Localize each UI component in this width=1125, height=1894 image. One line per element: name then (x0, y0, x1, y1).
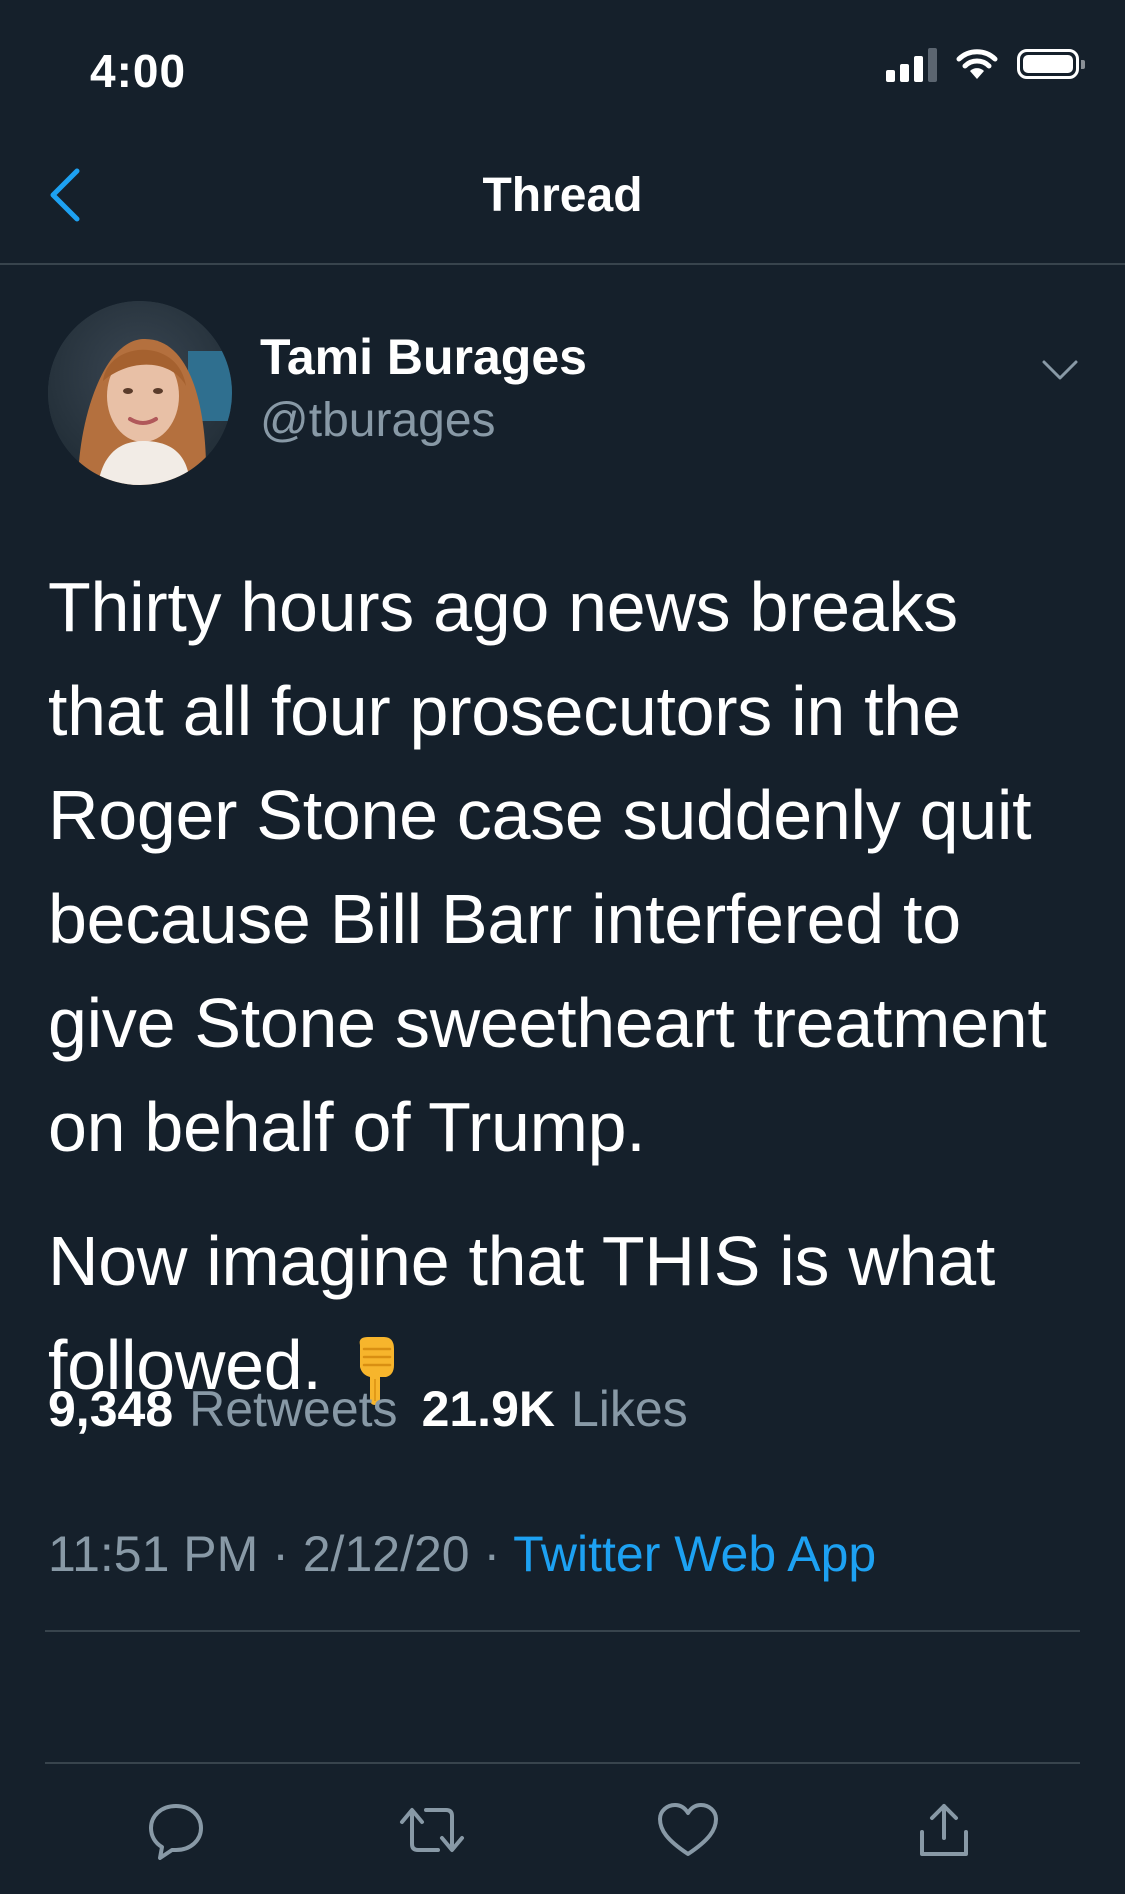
avatar[interactable] (48, 301, 232, 485)
tweet-time: 11:51 PM (48, 1526, 259, 1582)
tweet-paragraph: Thirty hours ago news breaks that all fo… (48, 568, 1047, 1166)
tweet-stats: 9,348 Retweets 21.9K Likes (48, 1380, 688, 1438)
retweets-label: Retweets (189, 1381, 398, 1437)
wifi-icon (956, 49, 998, 79)
retweets-count: 9,348 (48, 1381, 174, 1437)
battery-icon (1017, 49, 1085, 79)
divider (45, 1762, 1080, 1764)
meta-separator: · (258, 1526, 303, 1582)
retweet-button[interactable] (392, 1790, 472, 1870)
more-options-button[interactable] (1035, 345, 1085, 395)
status-time: 4:00 (90, 45, 187, 97)
nav-bar: Thread (0, 130, 1125, 265)
retweet-icon (400, 1808, 464, 1852)
share-button[interactable] (904, 1790, 984, 1870)
tweet-meta: 11:51 PM · 2/12/20 · Twitter Web App (48, 1525, 876, 1583)
meta-separator: · (469, 1526, 514, 1582)
cellular-signal-icon (886, 46, 937, 82)
likes-label: Likes (571, 1381, 688, 1437)
status-icons (886, 46, 1085, 82)
reply-icon (149, 1804, 203, 1860)
share-icon (920, 1804, 968, 1856)
reply-button[interactable] (136, 1790, 216, 1870)
status-bar: 4:00 (0, 0, 1125, 130)
likes-count: 21.9K (421, 1381, 555, 1437)
heart-icon (658, 1803, 718, 1856)
action-bar (0, 1790, 1125, 1870)
tweet-source-link[interactable]: Twitter Web App (513, 1526, 876, 1582)
tweet-paragraph-text: Now imagine that THIS is what followed. (48, 1222, 996, 1404)
like-button[interactable] (648, 1790, 728, 1870)
tweet-text: Thirty hours ago news breaks that all fo… (48, 555, 1088, 1435)
author-handle[interactable]: @tburages (260, 393, 496, 448)
tweet-date: 2/12/20 (302, 1526, 470, 1582)
author-name[interactable]: Tami Burages (260, 328, 587, 386)
page-title: Thread (482, 169, 643, 222)
retweets-stat[interactable]: 9,348 Retweets (48, 1380, 398, 1438)
likes-stat[interactable]: 21.9K Likes (422, 1380, 688, 1438)
avatar-photo (48, 301, 232, 485)
chevron-down-icon (1042, 360, 1078, 380)
divider (45, 1630, 1080, 1632)
